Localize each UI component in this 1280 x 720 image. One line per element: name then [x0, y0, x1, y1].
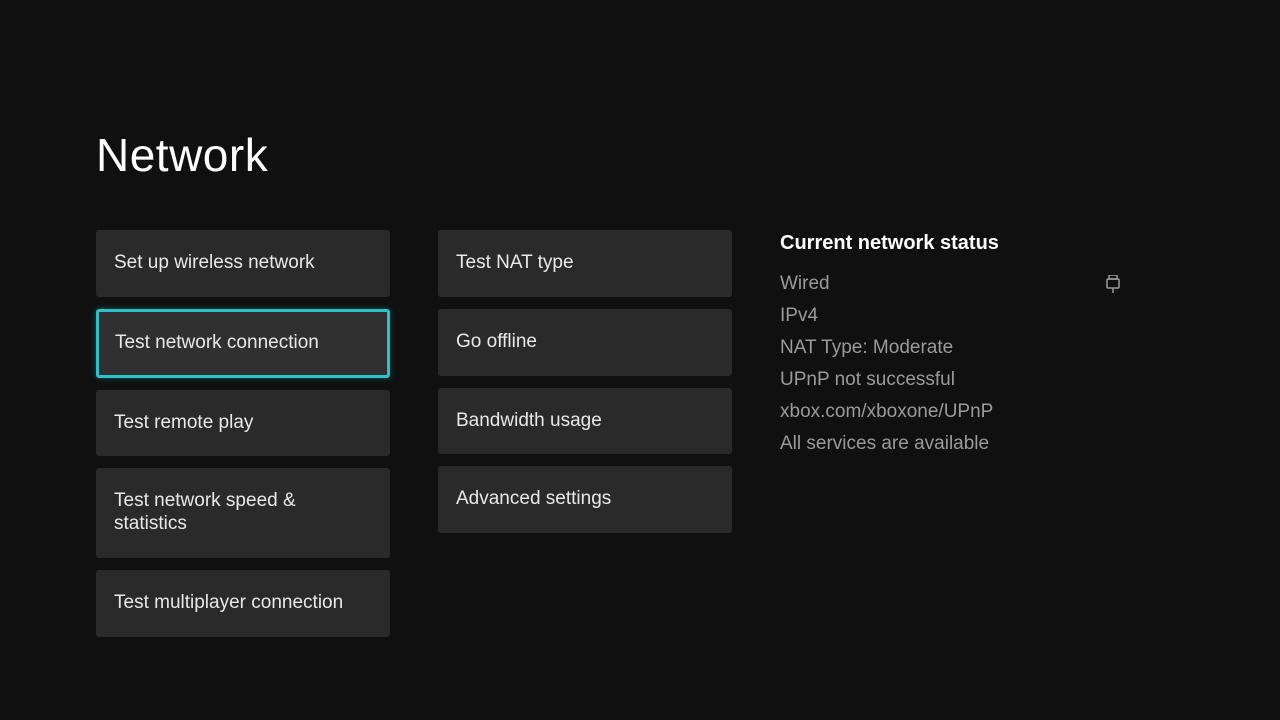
status-connection-type-label: Wired — [780, 273, 830, 295]
go-offline-button[interactable]: Go offline — [438, 309, 732, 376]
advanced-settings-button[interactable]: Advanced settings — [438, 466, 732, 533]
status-upnp-link: xbox.com/xboxone/UPnP — [780, 401, 1120, 423]
page-title: Network — [96, 128, 1184, 182]
mid-button-column: Test NAT type Go offline Bandwidth usage… — [438, 230, 732, 637]
status-upnp: UPnP not successful — [780, 369, 1120, 391]
test-network-speed-button[interactable]: Test network speed & statistics — [96, 468, 390, 558]
set-up-wireless-network-button[interactable]: Set up wireless network — [96, 230, 390, 297]
settings-columns: Set up wireless network Test network con… — [96, 230, 1184, 637]
status-ip-version: IPv4 — [780, 305, 1120, 327]
wired-icon — [1106, 275, 1120, 293]
network-status-heading: Current network status — [780, 232, 1120, 255]
test-nat-type-button[interactable]: Test NAT type — [438, 230, 732, 297]
left-button-column: Set up wireless network Test network con… — [96, 230, 390, 637]
bandwidth-usage-button[interactable]: Bandwidth usage — [438, 388, 732, 455]
status-connection-type: Wired — [780, 273, 1120, 295]
test-remote-play-button[interactable]: Test remote play — [96, 390, 390, 457]
network-status-panel: Current network status Wired IPv4 NAT Ty… — [780, 230, 1120, 637]
status-nat-type: NAT Type: Moderate — [780, 337, 1120, 359]
network-settings-page: Network Set up wireless network Test net… — [0, 0, 1280, 637]
test-multiplayer-connection-button[interactable]: Test multiplayer connection — [96, 570, 390, 637]
status-services: All services are available — [780, 433, 1120, 455]
test-network-connection-button[interactable]: Test network connection — [96, 309, 390, 378]
